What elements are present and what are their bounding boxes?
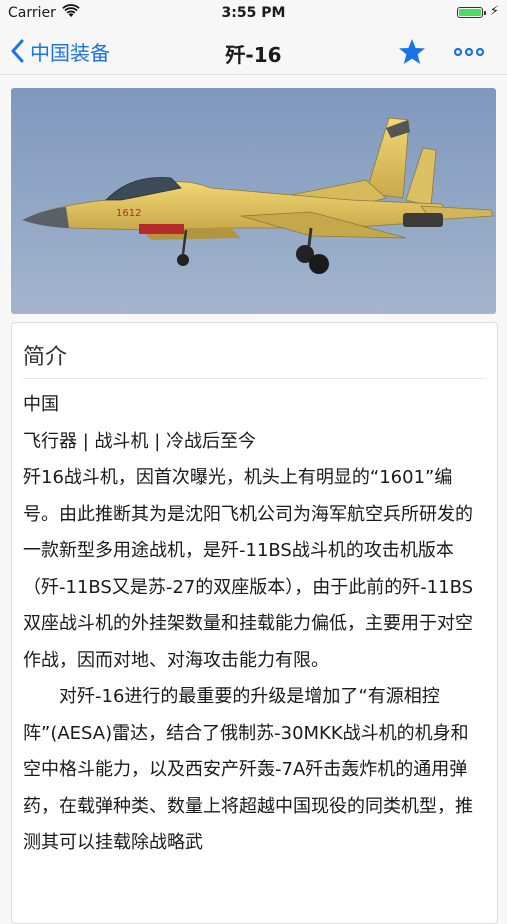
country-label: 中国 <box>23 394 59 415</box>
star-icon[interactable] <box>397 37 427 67</box>
intro-paragraph-2: 对歼-16进行的最重要的升级是增加了“有源相控阵”(AESA)雷达，结合了俄制苏… <box>23 686 473 853</box>
status-bar: Carrier 3:55 PM ⚡ <box>0 0 507 28</box>
category-label: 飞行器 | 战斗机 | 冷战后至今 <box>23 430 257 452</box>
divider <box>23 378 486 379</box>
status-time: 3:55 PM <box>221 5 286 21</box>
more-icon[interactable] <box>453 40 485 64</box>
aircraft-photo: 1612 <box>11 88 496 314</box>
battery-level-fill <box>459 9 481 16</box>
aircraft-number: 1612 <box>116 208 141 219</box>
chevron-left-icon <box>11 39 24 63</box>
intro-body: 中国 飞行器 | 战斗机 | 冷战后至今 歼16战斗机，因首次曝光，机头上有明显… <box>23 387 485 862</box>
navigation-bar: 中国装备 歼-16 <box>0 28 507 75</box>
battery-icon <box>457 7 486 18</box>
charging-bolt-icon: ⚡ <box>489 4 499 19</box>
back-button[interactable]: 中国装备 <box>10 36 110 66</box>
page-title: 歼-16 <box>225 43 282 67</box>
back-button-label: 中国装备 <box>30 40 110 65</box>
section-title: 简介 <box>23 345 68 370</box>
intro-paragraph-1: 歼16战斗机，因首次曝光，机头上有明显的“1601”编号。由此推断其为是沈阳飞机… <box>23 467 474 671</box>
fighter-jet-illustration: 1612 <box>11 88 496 314</box>
intro-card: 简介 中国 飞行器 | 战斗机 | 冷战后至今 歼16战斗机，因首次曝光，机头上… <box>11 322 498 924</box>
